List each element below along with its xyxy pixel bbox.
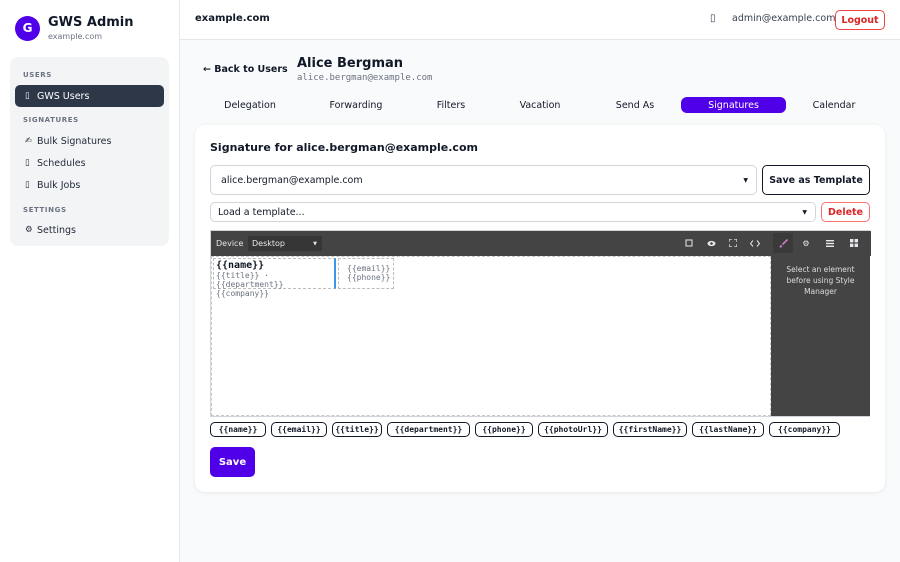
chip-name[interactable]: {{name}} — [210, 422, 266, 437]
sig-phone-placeholder: {{phone}} — [347, 273, 391, 282]
delete-template-button[interactable]: Delete — [821, 202, 870, 222]
save-button[interactable]: Save — [210, 447, 255, 477]
template-placeholder: Load a template... — [218, 206, 305, 218]
sidebar-item-bulk-jobs[interactable]: ▯ Bulk Jobs — [15, 174, 164, 196]
brand-title: GWS Admin — [48, 15, 134, 30]
sidebar: G GWS Admin example.com USERS ▯ GWS User… — [0, 0, 180, 562]
nav-section-signatures: SIGNATURES — [23, 116, 79, 124]
sig-name-placeholder: {{name}} — [216, 260, 265, 271]
chevron-down-icon: ▼ — [313, 240, 317, 247]
tab-delegation[interactable]: Delegation — [200, 97, 300, 113]
sidebar-nav: USERS ▯ GWS Users SIGNATURES ✍ Bulk Sign… — [10, 57, 169, 246]
device-label: Device — [216, 239, 244, 248]
sig-title-line: {{title}} · {{department}} — [216, 271, 284, 289]
chip-title[interactable]: {{title}} — [332, 422, 382, 437]
pen-icon: ✍ — [25, 136, 33, 146]
user-tabs: Delegation Forwarding Filters Vacation S… — [200, 97, 888, 113]
sig-email-placeholder: {{email}} — [347, 264, 391, 273]
tab-calendar[interactable]: Calendar — [784, 97, 884, 113]
save-as-template-button[interactable]: Save as Template — [762, 165, 870, 195]
template-select[interactable]: Load a template... ▼ — [210, 202, 816, 222]
chip-email[interactable]: {{email}} — [271, 422, 327, 437]
chevron-down-icon: ▼ — [743, 176, 748, 184]
nav-section-users: USERS — [23, 71, 52, 79]
calendar-icon: ▯ — [25, 158, 30, 168]
back-to-users-link[interactable]: ← Back to Users — [203, 64, 288, 75]
signature-block-main[interactable]: {{name}} {{title}} · {{department}} {{co… — [213, 258, 336, 298]
layers-icon[interactable] — [820, 233, 840, 253]
square-outline-icon[interactable] — [679, 233, 699, 253]
brand-logo: G — [15, 15, 40, 41]
chip-first-name[interactable]: {{firstName}} — [613, 422, 687, 437]
editor-toolbar: Device Desktop ▼ ⚙ — [211, 231, 871, 256]
send-as-value: alice.bergman@example.com — [221, 174, 363, 186]
editor-canvas[interactable]: {{name}} {{title}} · {{department}} {{co… — [211, 256, 771, 416]
chip-last-name[interactable]: {{lastName}} — [692, 422, 764, 437]
chip-phone[interactable]: {{phone}} — [475, 422, 533, 437]
signature-title: Signature for alice.bergman@example.com — [210, 141, 478, 154]
tab-signatures[interactable]: Signatures — [681, 97, 786, 113]
topbar: example.com ▯ admin@example.com Logout — [180, 0, 900, 40]
sidebar-item-label: GWS Users — [37, 90, 90, 102]
signature-card: Signature for alice.bergman@example.com … — [195, 125, 885, 492]
gear-icon[interactable]: ⚙ — [796, 233, 816, 253]
device-value: Desktop — [252, 239, 285, 248]
blocks-icon[interactable] — [844, 233, 864, 253]
tab-forwarding[interactable]: Forwarding — [306, 97, 406, 113]
sidebar-item-label: Settings — [37, 224, 76, 236]
gear-icon: ⚙ — [25, 225, 33, 235]
style-manager-hint: Select an element before using Style Man… — [786, 265, 855, 296]
chip-photo-url[interactable]: {{photoUrl}} — [538, 422, 608, 437]
chevron-down-icon: ▼ — [802, 208, 807, 216]
send-as-select[interactable]: alice.bergman@example.com ▼ — [210, 165, 757, 195]
sidebar-item-label: Schedules — [37, 157, 86, 169]
tab-vacation[interactable]: Vacation — [490, 97, 590, 113]
sidebar-item-gws-users[interactable]: ▯ GWS Users — [15, 85, 164, 107]
sidebar-item-bulk-signatures[interactable]: ✍ Bulk Signatures — [15, 130, 164, 152]
user-email: alice.bergman@example.com — [297, 73, 433, 83]
tab-send-as[interactable]: Send As — [585, 97, 685, 113]
code-icon[interactable] — [745, 233, 765, 253]
signature-block-contact[interactable]: {{email}} {{phone}} — [338, 258, 394, 289]
header-user-email: admin@example.com — [732, 13, 836, 24]
eye-icon[interactable] — [701, 233, 721, 253]
style-manager-panel: Select an element before using Style Man… — [771, 256, 870, 416]
brand-domain: example.com — [48, 32, 103, 41]
signature-editor: Device Desktop ▼ ⚙ {{name}} {{title}} · … — [210, 230, 871, 417]
sig-company-line: {{company}} — [216, 289, 269, 298]
jobs-icon: ▯ — [25, 180, 30, 190]
paintbrush-icon[interactable] — [773, 233, 793, 253]
fullscreen-icon[interactable] — [723, 233, 743, 253]
chip-company[interactable]: {{company}} — [769, 422, 840, 437]
tab-filters[interactable]: Filters — [401, 97, 501, 113]
sidebar-item-label: Bulk Jobs — [37, 179, 81, 191]
bell-icon[interactable]: ▯ — [710, 13, 716, 24]
sidebar-item-schedules[interactable]: ▯ Schedules — [15, 152, 164, 174]
brand: G GWS Admin example.com — [15, 15, 134, 41]
header-domain: example.com — [195, 13, 270, 24]
logout-button[interactable]: Logout — [835, 10, 885, 30]
chip-department[interactable]: {{department}} — [387, 422, 470, 437]
users-icon: ▯ — [25, 91, 30, 101]
device-select[interactable]: Desktop ▼ — [248, 236, 322, 251]
nav-section-settings: SETTINGS — [23, 206, 67, 214]
page-title: Alice Bergman — [297, 56, 404, 71]
sidebar-item-label: Bulk Signatures — [37, 135, 112, 147]
sidebar-item-settings[interactable]: ⚙ Settings — [15, 219, 164, 241]
